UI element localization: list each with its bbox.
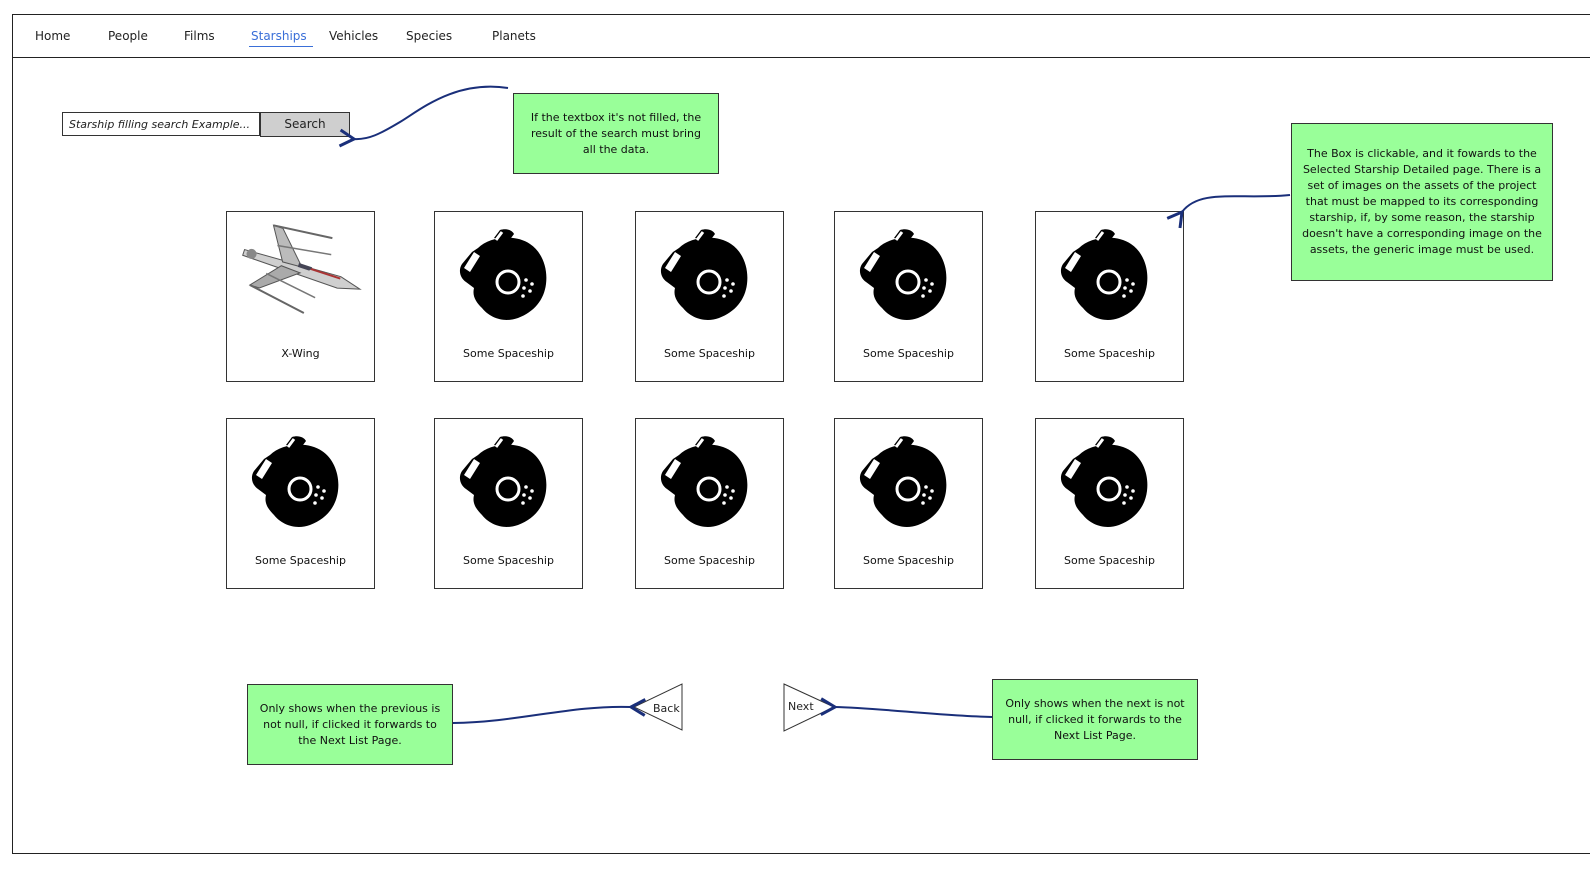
- starship-card[interactable]: Some Spaceship: [434, 418, 583, 589]
- back-note: Only shows when the previous is not null…: [247, 684, 453, 765]
- generic-starship-icon: [835, 429, 982, 539]
- starship-card[interactable]: Some Spaceship: [1035, 211, 1184, 382]
- starship-name: Some Spaceship: [463, 554, 554, 567]
- starship-name: X-Wing: [281, 347, 320, 360]
- top-nav: Home People Films Starships Vehicles Spe…: [12, 14, 1590, 58]
- generic-starship-icon: [435, 222, 582, 332]
- starship-name: Some Spaceship: [463, 347, 554, 360]
- starship-card[interactable]: Some Spaceship: [434, 211, 583, 382]
- generic-starship-icon: [435, 429, 582, 539]
- nav-species[interactable]: Species: [406, 29, 452, 43]
- starship-name: Some Spaceship: [664, 347, 755, 360]
- starship-card[interactable]: X-Wing: [226, 211, 375, 382]
- starship-card[interactable]: Some Spaceship: [226, 418, 375, 589]
- next-note: Only shows when the next is not null, if…: [992, 679, 1198, 760]
- generic-starship-icon: [835, 222, 982, 332]
- starship-card[interactable]: Some Spaceship: [834, 211, 983, 382]
- generic-starship-icon: [636, 429, 783, 539]
- starship-card[interactable]: Some Spaceship: [635, 418, 784, 589]
- back-button[interactable]: Back: [632, 683, 683, 731]
- x-wing-image: [227, 222, 374, 332]
- back-label: Back: [653, 702, 680, 715]
- next-label: Next: [788, 700, 814, 713]
- generic-starship-icon: [1036, 429, 1183, 539]
- nav-home[interactable]: Home: [35, 29, 70, 43]
- nav-starships[interactable]: Starships: [251, 29, 307, 43]
- generic-starship-icon: [227, 429, 374, 539]
- generic-starship-icon: [636, 222, 783, 332]
- search-note: If the textbox it's not filled, the resu…: [513, 93, 719, 174]
- starship-name: Some Spaceship: [863, 554, 954, 567]
- active-tab-underline: [249, 46, 313, 47]
- back-note-text: Only shows when the previous is not null…: [259, 701, 441, 747]
- starship-name: Some Spaceship: [255, 554, 346, 567]
- starship-card[interactable]: Some Spaceship: [1035, 418, 1184, 589]
- search-input[interactable]: [62, 112, 260, 136]
- nav-people[interactable]: People: [108, 29, 148, 43]
- starship-name: Some Spaceship: [1064, 347, 1155, 360]
- search-note-text: If the textbox it's not filled, the resu…: [530, 110, 702, 156]
- starship-card[interactable]: Some Spaceship: [635, 211, 784, 382]
- card-note-text: The Box is clickable, and it fowards to …: [1302, 147, 1542, 256]
- starship-name: Some Spaceship: [664, 554, 755, 567]
- generic-starship-icon: [1036, 222, 1183, 332]
- card-note: The Box is clickable, and it fowards to …: [1291, 123, 1553, 281]
- next-note-text: Only shows when the next is not null, if…: [1005, 696, 1185, 742]
- nav-films[interactable]: Films: [184, 29, 215, 43]
- nav-vehicles[interactable]: Vehicles: [329, 29, 378, 43]
- search-button[interactable]: Search: [260, 112, 350, 137]
- starship-card[interactable]: Some Spaceship: [834, 418, 983, 589]
- starship-name: Some Spaceship: [863, 347, 954, 360]
- starship-name: Some Spaceship: [1064, 554, 1155, 567]
- next-button[interactable]: Next: [783, 683, 836, 732]
- nav-planets[interactable]: Planets: [492, 29, 536, 43]
